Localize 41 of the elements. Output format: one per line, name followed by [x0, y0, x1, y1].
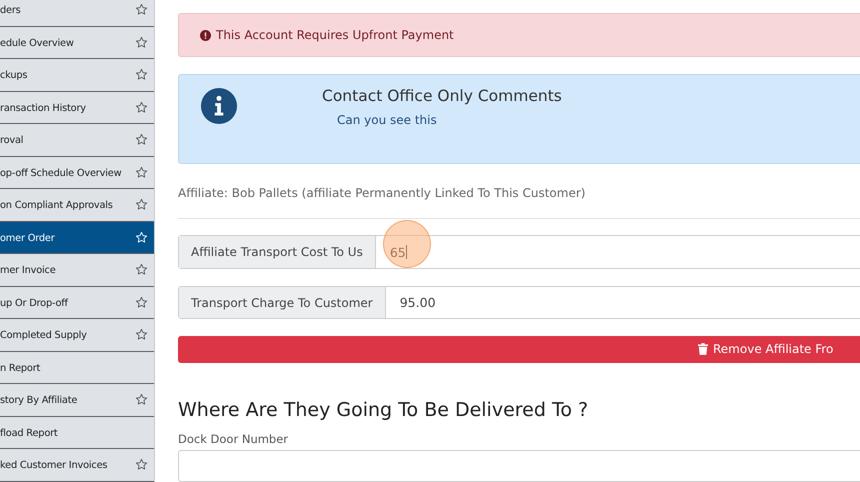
star-icon[interactable]: [135, 133, 148, 146]
star-icon[interactable]: [135, 263, 148, 276]
sidebar-item[interactable]: story By Affiliate: [0, 384, 154, 416]
star-icon[interactable]: [135, 3, 148, 16]
star-icon[interactable]: [135, 100, 148, 114]
star-icon[interactable]: [135, 458, 148, 472]
star-icon[interactable]: [135, 166, 148, 179]
sidebar-item[interactable]: roval: [0, 124, 154, 156]
sidebar-item[interactable]: ders: [0, 0, 154, 26]
sidebar-item[interactable]: op-off Schedule Overview: [0, 156, 154, 189]
sidebar-item[interactable]: omer Order: [0, 222, 154, 254]
alert-text: This Account Requires Upfront Payment: [216, 28, 454, 42]
star-icon[interactable]: [135, 68, 148, 82]
sidebar-item[interactable]: ransaction History: [0, 92, 154, 124]
star-icon[interactable]: [135, 393, 148, 406]
star-icon[interactable]: [135, 296, 148, 309]
field-label: Affiliate Transport Cost To Us: [179, 236, 376, 268]
field-label: Transport Charge To Customer: [179, 286, 386, 318]
info-title: Contact Office Only Comments: [322, 87, 562, 106]
info-text: Can you see this: [337, 113, 438, 128]
section-heading: Where Are They Going To Be Delivered To ?: [178, 398, 590, 421]
star-icon[interactable]: [135, 198, 148, 212]
info-icon: [200, 87, 238, 126]
sidebar-item[interactable]: edule Overview: [0, 26, 154, 59]
sidebar-item[interactable]: up Or Drop-off: [0, 286, 154, 319]
remove-button[interactable]: Remove Affiliate Fro: [178, 336, 860, 363]
exclamation-icon: [200, 30, 211, 41]
sidebar-item[interactable]: n Report: [0, 352, 154, 384]
star-icon[interactable]: [135, 328, 148, 342]
affiliate-note: Affiliate: Bob Pallets (affiliate Permanently Linked To This Customer): [178, 186, 586, 200]
click-marker: [383, 220, 431, 268]
star-icon[interactable]: [135, 36, 148, 49]
sidebar-item[interactable]: ked Customer Invoices: [0, 449, 154, 482]
sidebar-item[interactable]: Completed Supply: [0, 319, 154, 352]
sidebar-item[interactable]: mer Invoice: [0, 254, 154, 286]
trash-icon: [698, 343, 708, 356]
input-field[interactable]: [178, 450, 860, 482]
sidebar-item[interactable]: ckups: [0, 59, 154, 92]
input-field[interactable]: 95.00: [386, 286, 860, 318]
field-label: Dock Door Number: [178, 432, 290, 446]
sidebar-item[interactable]: fload Report: [0, 416, 154, 449]
